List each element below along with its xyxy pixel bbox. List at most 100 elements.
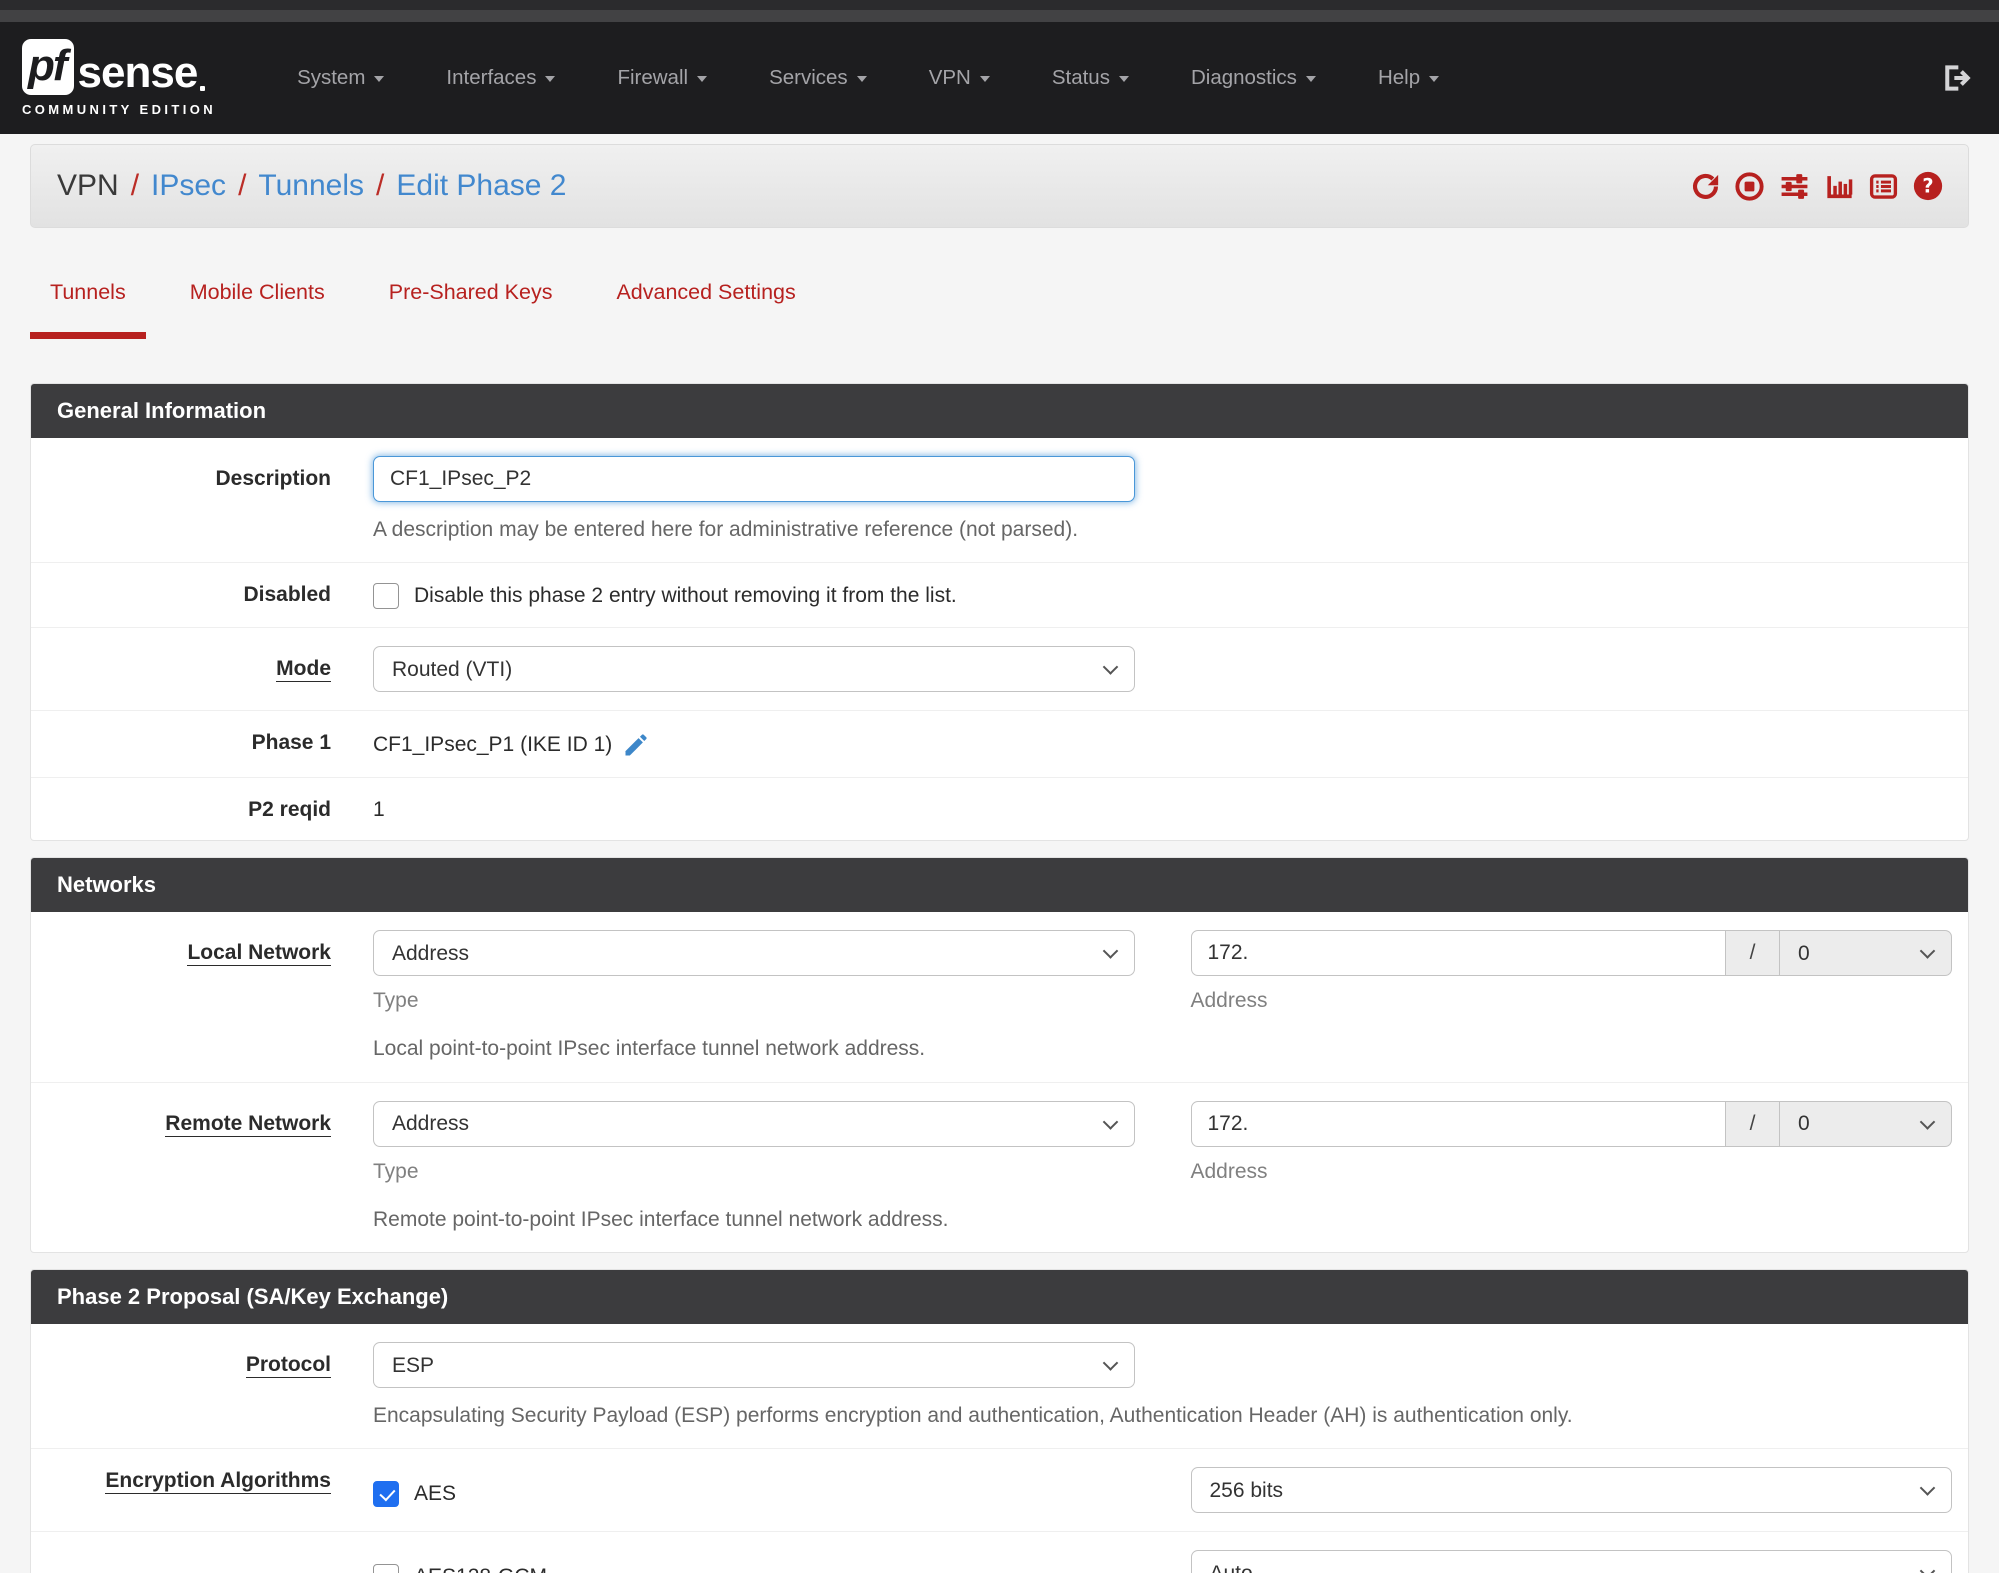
disabled-row: Disabled Disable this phase 2 entry with… — [31, 563, 1968, 629]
breadcrumb-link-ipsec[interactable]: IPsec — [151, 169, 226, 203]
section-tabs: Tunnels Mobile Clients Pre-Shared Keys A… — [30, 280, 1969, 339]
main-navbar: pf sense COMMUNITY EDITION System Interf… — [0, 22, 1999, 134]
refresh-icon[interactable] — [1690, 171, 1721, 202]
remote-network-mask-select[interactable]: 0 — [1780, 1100, 1952, 1147]
tab-advanced-settings[interactable]: Advanced Settings — [596, 280, 815, 339]
remote-network-type-select-wrap: Address — [373, 1100, 1135, 1147]
aes128-gcm-keylen-select[interactable]: Auto — [1190, 1550, 1952, 1573]
chart-bar-icon[interactable] — [1824, 171, 1855, 202]
nav-item-firewall[interactable]: Firewall — [586, 66, 738, 90]
local-network-mask-select[interactable]: 0 — [1780, 930, 1952, 977]
stop-circle-icon[interactable] — [1734, 171, 1765, 202]
sign-out-icon[interactable] — [1939, 62, 1971, 94]
disabled-label: Disabled — [243, 583, 331, 607]
local-network-type-caption: Type — [373, 989, 419, 1013]
nav-item-system[interactable]: System — [266, 66, 415, 90]
aes-keylen-select[interactable]: 256 bits — [1190, 1467, 1952, 1514]
phase1-row: Phase 1 CF1_IPsec_P1 (IKE ID 1) — [31, 711, 1968, 779]
caret-down-icon — [1429, 75, 1440, 82]
general-information-panel: General Information Description A descri… — [30, 383, 1969, 842]
phase2-proposal-panel: Phase 2 Proposal (SA/Key Exchange) Proto… — [30, 1269, 1969, 1573]
panel-title-phase2-proposal: Phase 2 Proposal (SA/Key Exchange) — [31, 1270, 1968, 1325]
local-network-mask-select-wrap: 0 — [1780, 930, 1952, 977]
encryption-algorithms-row-aes128gcm: AES128-GCM Auto — [31, 1532, 1968, 1573]
window-top-strip — [0, 0, 1999, 10]
remote-network-slash-addon: / — [1726, 1100, 1780, 1147]
nav-item-status[interactable]: Status — [1021, 66, 1160, 90]
caret-down-icon — [1118, 75, 1129, 82]
caret-down-icon — [697, 75, 708, 82]
panel-title-general-information: General Information — [31, 384, 1968, 438]
local-network-address-caption: Address — [1190, 989, 1268, 1013]
description-input[interactable] — [373, 456, 1135, 502]
breadcrumb-current: VPN — [57, 169, 119, 202]
nav-item-help[interactable]: Help — [1347, 66, 1470, 90]
protocol-label: Protocol — [245, 1353, 331, 1379]
remote-network-type-caption: Type — [373, 1159, 419, 1183]
breadcrumb-bar: VPN / IPsec / Tunnels / Edit Phase 2 ? — [30, 144, 1969, 228]
description-help-text: A description may be entered here for ad… — [373, 518, 1079, 541]
mode-label: Mode — [276, 657, 331, 683]
nav-item-vpn[interactable]: VPN — [898, 66, 1021, 90]
tab-pre-shared-keys[interactable]: Pre-Shared Keys — [369, 280, 573, 339]
logo-sense-text: sense — [77, 48, 199, 97]
svg-text:?: ? — [1922, 175, 1933, 198]
page-action-icons: ? — [1690, 170, 1944, 202]
aes128-gcm-keylen-select-wrap: Auto — [1190, 1550, 1952, 1573]
local-network-row: Local Network Address Type 172. / 0 Addr… — [31, 912, 1968, 1083]
aes-checkbox-label: AES — [414, 1482, 457, 1506]
p2-reqid-row: P2 reqid 1 — [31, 778, 1968, 840]
breadcrumb: VPN / IPsec / Tunnels / Edit Phase 2 — [57, 169, 567, 203]
nav-item-services[interactable]: Services — [738, 66, 898, 90]
remote-network-row: Remote Network Address Type 172. / 0 Add… — [31, 1083, 1968, 1252]
aes128-gcm-checkbox[interactable] — [373, 1564, 399, 1573]
protocol-help-text: Encapsulating Security Payload (ESP) per… — [373, 1404, 1573, 1428]
phase1-value: CF1_IPsec_P1 (IKE ID 1) — [373, 733, 613, 757]
remote-network-help-text: Remote point-to-point IPsec interface tu… — [373, 1207, 949, 1231]
remote-network-type-select[interactable]: Address — [373, 1100, 1135, 1147]
protocol-row: Protocol ESP Encapsulating Security Payl… — [31, 1324, 1968, 1450]
protocol-select-wrap: ESP — [373, 1342, 1135, 1389]
breadcrumb-link-tunnels[interactable]: Tunnels — [258, 169, 364, 203]
local-network-help-text: Local point-to-point IPsec interface tun… — [373, 1037, 926, 1061]
pf-logo-box: pf — [22, 39, 74, 95]
breadcrumb-separator: / — [130, 169, 140, 202]
p2-reqid-value: 1 — [373, 798, 385, 822]
description-label: Description — [215, 467, 331, 490]
remote-network-address-caption: Address — [1190, 1159, 1268, 1183]
local-network-type-select[interactable]: Address — [373, 930, 1135, 977]
protocol-select[interactable]: ESP — [373, 1342, 1135, 1389]
caret-down-icon — [856, 75, 867, 82]
encryption-algorithms-label: Encryption Algorithms — [105, 1469, 331, 1495]
local-network-type-select-wrap: Address — [373, 930, 1135, 977]
tab-tunnels[interactable]: Tunnels — [30, 280, 146, 339]
nav-item-interfaces[interactable]: Interfaces — [415, 66, 586, 90]
phase1-label: Phase 1 — [251, 731, 331, 755]
sliders-icon[interactable] — [1778, 171, 1811, 202]
help-icon[interactable]: ? — [1912, 170, 1944, 202]
nav-item-diagnostics[interactable]: Diagnostics — [1160, 66, 1347, 90]
pfsense-logo[interactable]: pf sense COMMUNITY EDITION — [22, 39, 216, 117]
window-title-strip — [0, 10, 1999, 22]
disabled-checkbox[interactable] — [373, 583, 399, 610]
logo-edition-text: COMMUNITY EDITION — [22, 102, 217, 117]
panel-title-networks: Networks — [31, 858, 1968, 913]
p2-reqid-label: P2 reqid — [248, 798, 331, 822]
local-network-address-input[interactable] — [1190, 930, 1726, 977]
aes-checkbox[interactable] — [373, 1481, 399, 1508]
list-alt-icon[interactable] — [1868, 171, 1899, 202]
pencil-icon[interactable] — [622, 731, 650, 759]
disabled-checkbox-label: Disable this phase 2 entry without remov… — [414, 584, 957, 608]
networks-panel: Networks Local Network Address Type 172.… — [30, 857, 1969, 1254]
remote-network-mask-select-wrap: 0 — [1780, 1100, 1952, 1147]
aes128-gcm-checkbox-label: AES128-GCM — [414, 1565, 547, 1573]
mode-select[interactable]: Routed (VTI) — [373, 646, 1135, 693]
local-network-label: Local Network — [187, 941, 331, 967]
caret-down-icon — [1305, 75, 1316, 82]
tab-mobile-clients[interactable]: Mobile Clients — [170, 280, 345, 339]
caret-down-icon — [374, 75, 385, 82]
breadcrumb-link-edit-phase-2[interactable]: Edit Phase 2 — [396, 169, 566, 203]
remote-network-address-input[interactable] — [1190, 1100, 1726, 1147]
encryption-algorithms-empty-label — [31, 1550, 331, 1552]
logo-trademark-dot — [200, 86, 206, 91]
